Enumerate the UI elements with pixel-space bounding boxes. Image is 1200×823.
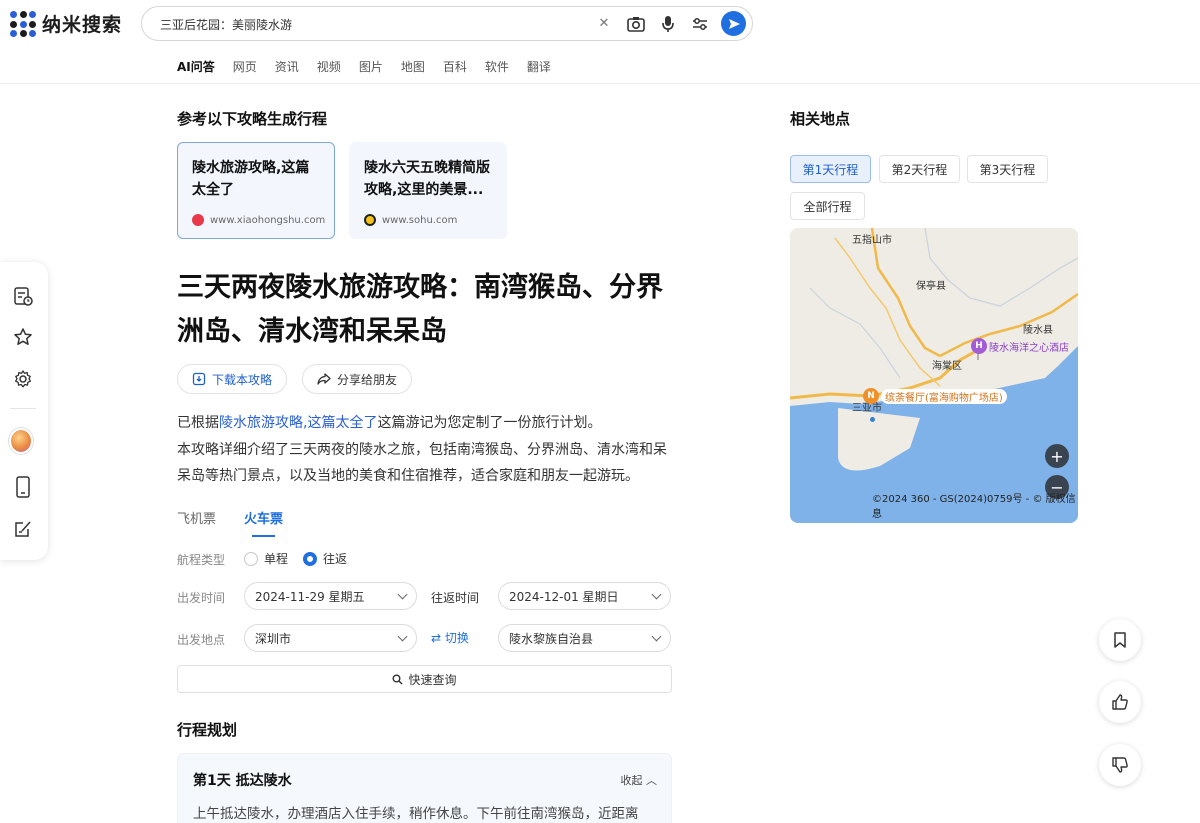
poi-hotel[interactable]: H 陵水海洋之心酒店 <box>971 338 1069 354</box>
tab-news[interactable]: 资讯 <box>275 58 299 78</box>
radio-round-trip[interactable]: 往返 <box>303 550 347 567</box>
collapse-button[interactable]: 收起 ︿ <box>621 772 658 788</box>
poi-restaurant[interactable]: N 缤荼餐厅(富海购物广场店) <box>863 388 1007 404</box>
depart-date-select[interactable]: 2024-11-29 星期五 <box>244 582 417 610</box>
tab-encyclopedia[interactable]: 百科 <box>443 58 467 78</box>
chevron-down-icon <box>397 631 408 641</box>
location-dot <box>870 417 875 422</box>
day1-itinerary-button[interactable]: 第1天行程 <box>790 155 871 183</box>
depart-time-label: 出发时间 <box>177 591 226 605</box>
thumbs-down-icon <box>1112 757 1128 773</box>
star-icon[interactable] <box>11 325 35 349</box>
reference-card[interactable]: 陵水六天五晚精简版攻略,这里的美景... www.sohu.com <box>349 142 507 239</box>
map-copyright: ©2024 360 - GS(2024)0759号 - © 版权信息 <box>872 494 1076 520</box>
map-canvas <box>790 228 1078 523</box>
gear-icon[interactable] <box>11 367 35 391</box>
trip-type-label: 航程类型 <box>177 553 226 567</box>
depart-place-label: 出发地点 <box>177 633 226 647</box>
microphone-icon[interactable] <box>657 12 679 36</box>
history-icon[interactable] <box>11 284 35 308</box>
reference-card[interactable]: 陵水旅游攻略,这篇太全了 www.xiaohongshu.com <box>177 142 335 239</box>
itinerary-title: 行程规划 <box>177 721 238 739</box>
day-card: 第1天 抵达陵水 收起 ︿ 上午抵达陵水，办理酒店入住手续，稍作休息。下午前往南… <box>177 753 672 823</box>
places-title: 相关地点 <box>790 110 851 128</box>
thumbs-up-icon <box>1112 694 1128 710</box>
reference-card-source: www.xiaohongshu.com <box>192 214 325 226</box>
left-toolbar <box>0 262 48 560</box>
map-label: 五指山市 <box>852 235 892 246</box>
top-header: 纳米搜索 ✕ AI问答 网页 资讯 视频 图片 地图 百科 软件 翻译 <box>0 0 1200 84</box>
references-title: 参考以下攻略生成行程 <box>177 110 328 128</box>
radio-one-way[interactable]: 单程 <box>244 550 288 567</box>
reference-card-source: www.sohu.com <box>364 214 457 226</box>
bookmark-icon <box>1114 632 1126 648</box>
reference-card-title: 陵水旅游攻略,这篇太全了 <box>192 160 310 198</box>
reference-card-title: 陵水六天五晚精简版攻略,这里的美景... <box>364 160 490 198</box>
day-description: 上午抵达陵水，办理酒店入住手续，稍作休息。下午前往南湾猴岛，近距离 <box>193 806 639 822</box>
download-button[interactable]: 下载本攻略 <box>177 364 288 394</box>
tab-images[interactable]: 图片 <box>359 58 383 78</box>
logo[interactable]: 纳米搜索 <box>10 10 122 37</box>
map-label: 保亭县 <box>916 281 946 292</box>
map-label: 海棠区 <box>932 361 962 372</box>
search-icon <box>392 674 403 684</box>
dislike-button[interactable] <box>1099 744 1141 786</box>
chevron-up-icon: ︿ <box>646 774 657 787</box>
tab-video[interactable]: 视频 <box>317 58 341 78</box>
depart-city-select[interactable]: 深圳市 <box>244 624 417 652</box>
share-button[interactable]: 分享给朋友 <box>302 364 413 394</box>
map[interactable]: 五指山市 保亭县 陵水县 海棠区 三亚市 H 陵水海洋之心酒店 N 缤荼餐厅(富… <box>790 228 1078 523</box>
search-box: ✕ <box>141 6 753 41</box>
return-date-select[interactable]: 2024-12-01 星期日 <box>498 582 671 610</box>
like-button[interactable] <box>1099 681 1141 723</box>
dest-city-select[interactable]: 陵水黎族自治县 <box>498 624 671 652</box>
tab-ai-answer[interactable]: AI问答 <box>177 58 215 78</box>
source-link[interactable]: 陵水旅游攻略,这篇太全了 <box>219 415 377 431</box>
day2-itinerary-button[interactable]: 第2天行程 <box>879 155 960 183</box>
search-input[interactable] <box>160 14 600 34</box>
bookmark-button[interactable] <box>1099 619 1141 661</box>
edit-note-icon[interactable] <box>11 517 35 541</box>
day-title: 第1天 抵达陵水 <box>193 773 292 789</box>
chevron-down-icon <box>397 589 408 599</box>
download-icon <box>192 372 206 386</box>
map-label: 陵水县 <box>1023 325 1053 336</box>
tab-web[interactable]: 网页 <box>233 58 257 78</box>
filter-settings-icon[interactable] <box>689 12 711 36</box>
day3-itinerary-button[interactable]: 第3天行程 <box>967 155 1048 183</box>
chevron-down-icon <box>651 589 662 599</box>
mobile-icon[interactable] <box>11 475 35 499</box>
send-icon <box>728 18 740 29</box>
send-button[interactable] <box>721 11 746 36</box>
quick-query-button[interactable]: 快速查询 <box>177 665 672 693</box>
tab-flight[interactable]: 飞机票 <box>177 508 216 533</box>
restaurant-icon: N <box>863 388 879 404</box>
swap-button[interactable]: ⇄ 切换 <box>431 629 469 646</box>
xiaohongshu-icon <box>192 214 204 226</box>
tab-map[interactable]: 地图 <box>401 58 425 78</box>
sohu-icon <box>364 214 376 226</box>
article-summary: 已根据陵水旅游攻略,这篇太全了这篇游记为您定制了一份旅行计划。 本攻略详细介绍了… <box>177 415 667 484</box>
zoom-in-button[interactable]: + <box>1045 444 1069 468</box>
return-time-label: 往返时间 <box>431 591 480 605</box>
camera-icon[interactable] <box>625 12 647 36</box>
clear-icon[interactable]: ✕ <box>593 12 615 36</box>
tab-software[interactable]: 软件 <box>485 58 509 78</box>
logo-icon <box>10 10 36 37</box>
share-icon <box>317 373 331 385</box>
ticket-tabs: 飞机票 火车票 <box>177 508 283 537</box>
all-itinerary-button[interactable]: 全部行程 <box>790 192 865 220</box>
tab-translate[interactable]: 翻译 <box>527 58 551 78</box>
tab-train[interactable]: 火车票 <box>244 508 283 537</box>
search-tabs: AI问答 网页 资讯 视频 图片 地图 百科 软件 翻译 <box>177 58 569 78</box>
hotel-icon: H <box>971 338 987 354</box>
chevron-down-icon <box>651 631 662 641</box>
page-title: 三天两夜陵水旅游攻略：南湾猴岛、分界洲岛、清水湾和呆呆岛 <box>177 272 663 347</box>
logo-text: 纳米搜索 <box>42 14 123 36</box>
avatar[interactable] <box>9 428 33 454</box>
